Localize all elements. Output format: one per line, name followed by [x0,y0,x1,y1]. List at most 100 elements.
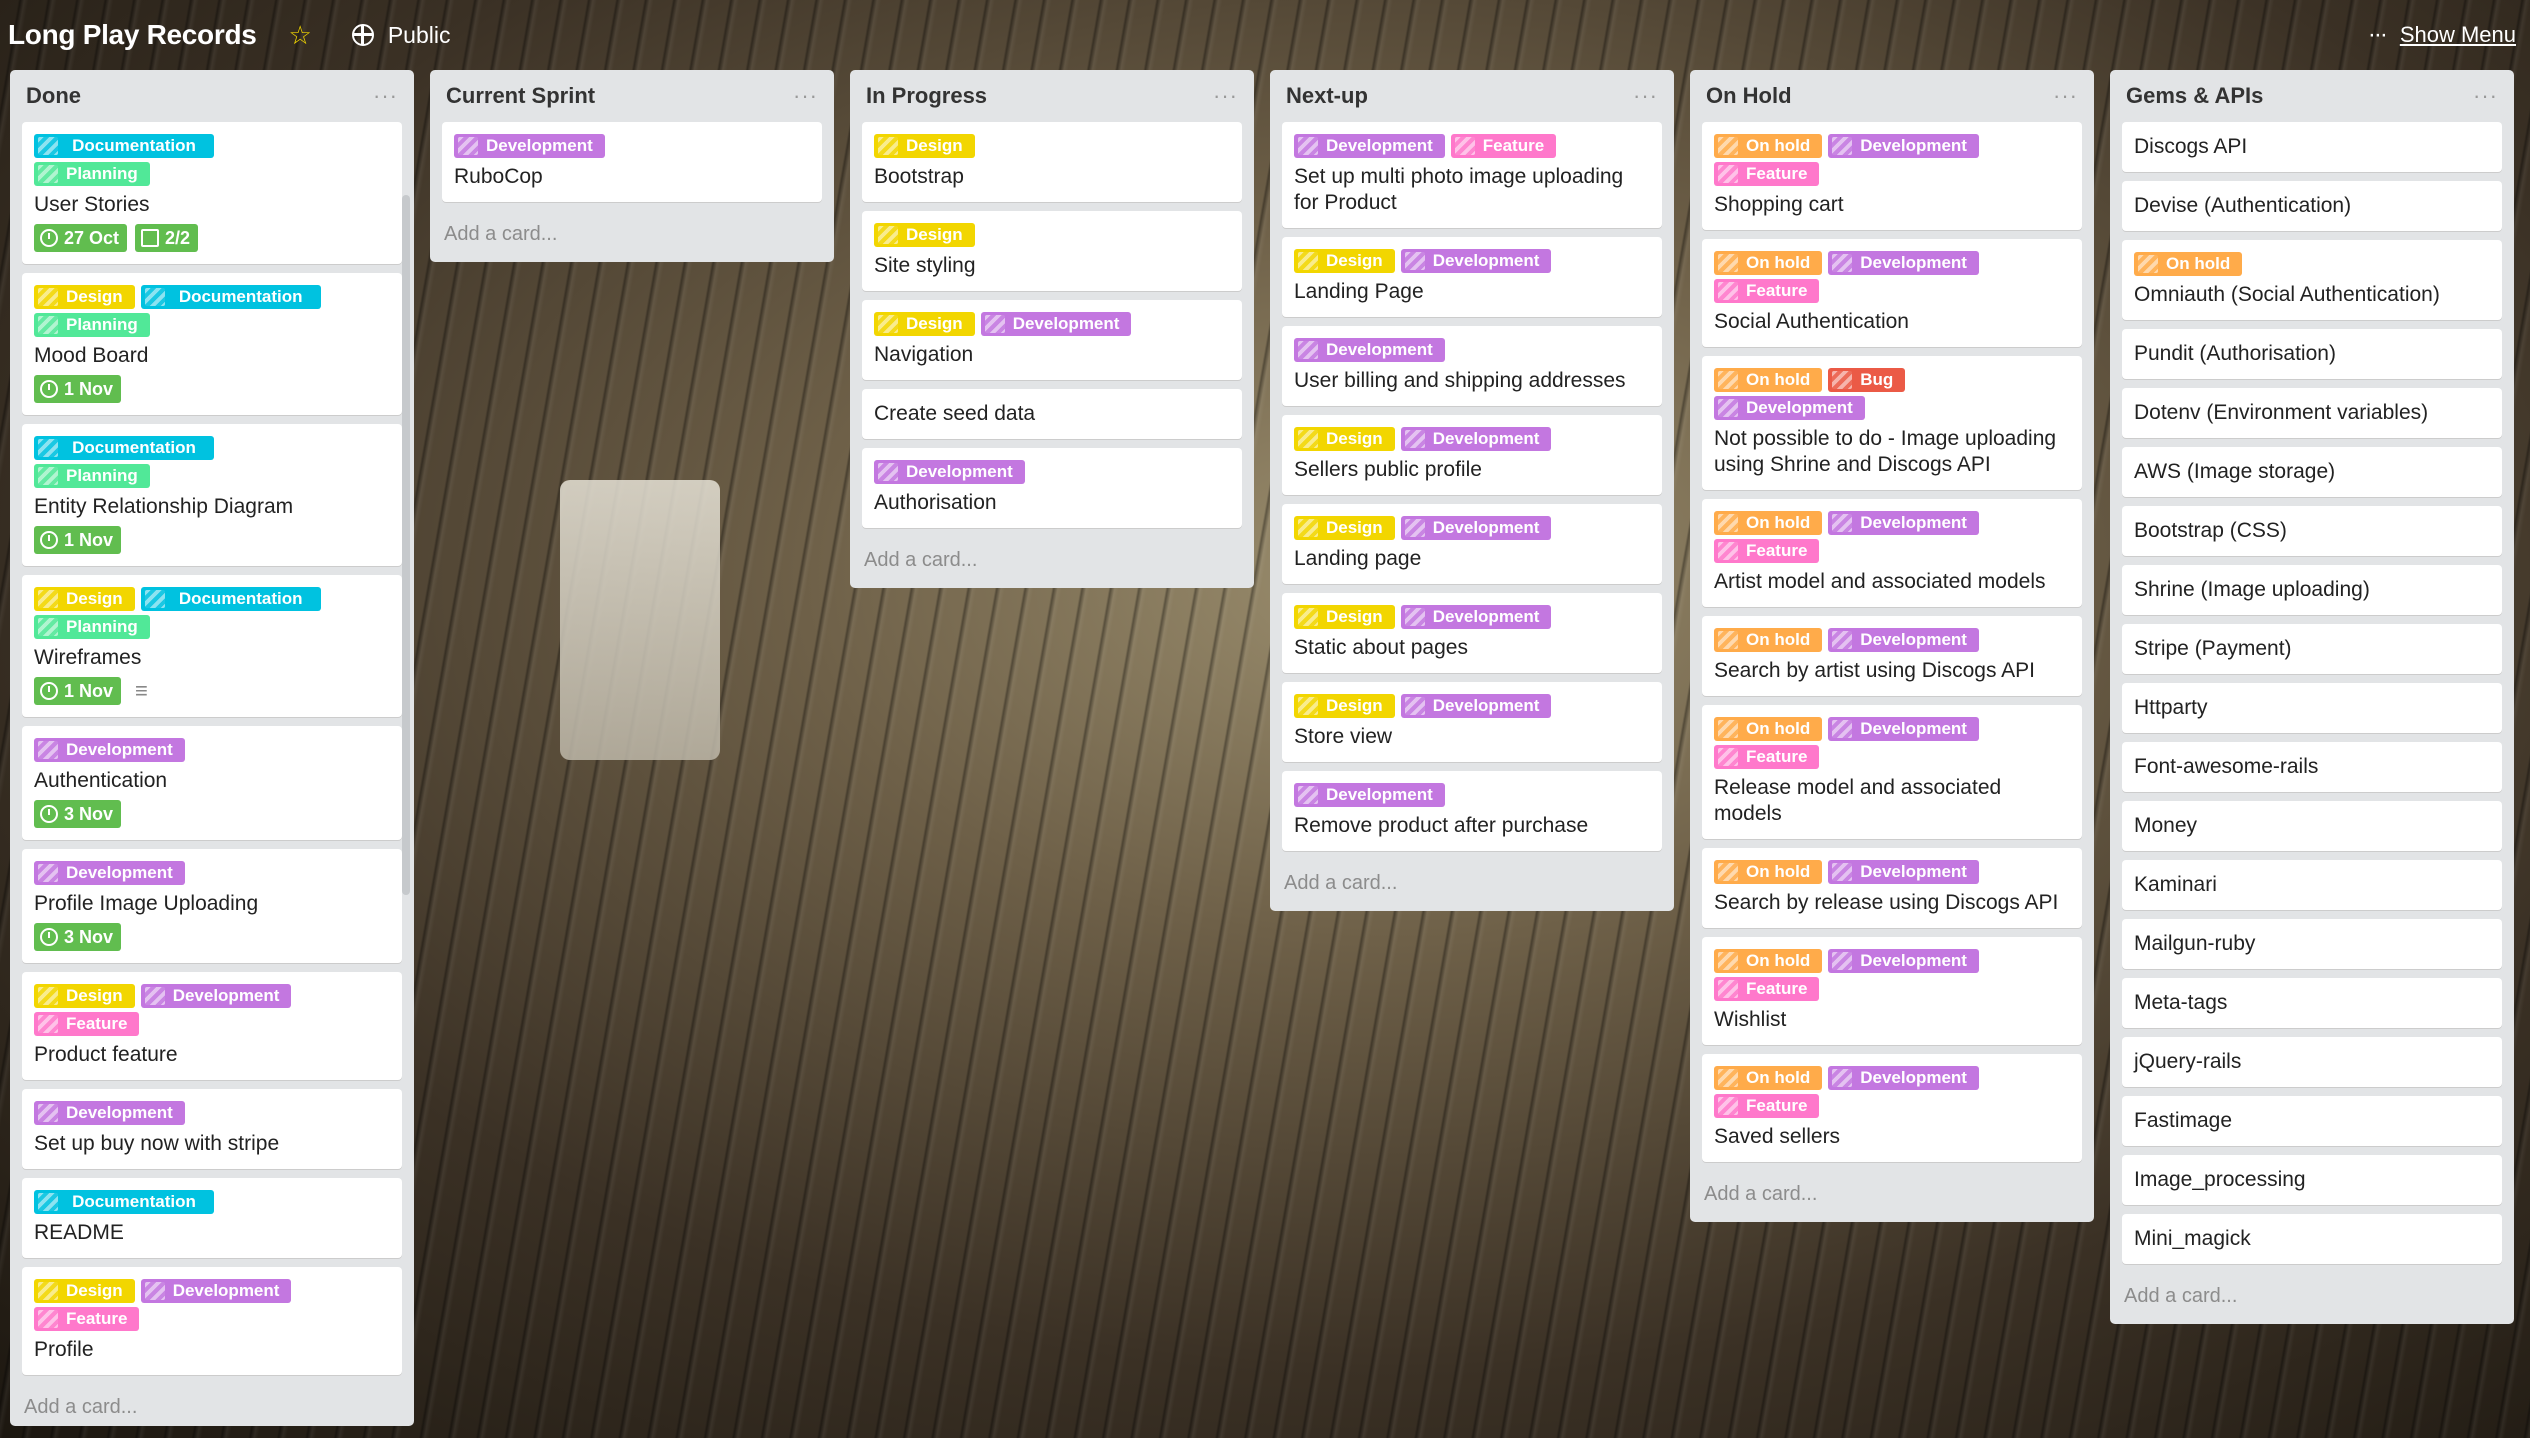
label-feature[interactable]: Feature [1714,977,1820,1001]
globe-icon[interactable] [351,24,374,46]
star-icon[interactable]: ☆ [289,20,312,51]
card-omniauth-social-authentication[interactable]: On hold Omniauth (Social Authentication) [2122,240,2502,320]
label-on-hold[interactable]: On hold [1714,949,1823,973]
label-development[interactable]: Development [140,1279,292,1303]
label-design[interactable]: Design [1294,427,1395,451]
label-development[interactable]: Development [1400,249,1552,273]
card-remove-product-after-purchase[interactable]: Development Remove product after purchase [1282,771,1662,851]
label-development[interactable]: Development [1828,1066,1979,1090]
card-not-possible-to-do-image-uploading-using-shrine-and-discogs-api[interactable]: On hold Bug Development Not possible to do … [1702,356,2082,490]
label-bug[interactable]: Bug [1828,368,1906,392]
card-landing-page[interactable]: Design Development Landing Page [1282,237,1662,317]
label-on-hold[interactable]: On hold [1714,134,1823,158]
card-bootstrap[interactable]: Design Bootstrap [862,122,1242,202]
label-development[interactable]: Development [1714,396,1865,420]
card-font-awesome-rails[interactable]: Font-awesome-rails [2122,742,2502,792]
label-development[interactable]: Development [34,738,185,762]
show-menu-area[interactable]: ··· Show Menu [2368,21,2516,49]
label-documentation[interactable]: Documentation [34,1190,214,1214]
label-planning[interactable]: Planning [34,313,150,337]
more-dots-icon[interactable]: ··· [2368,21,2388,49]
label-on-hold[interactable]: On hold [1714,368,1823,392]
card-devise-authentication[interactable]: Devise (Authentication) [2122,181,2502,231]
label-development[interactable]: Development [34,861,185,885]
label-development[interactable]: Development [454,134,605,158]
card-wireframes[interactable]: Design Documentation Planning Wireframes 1 N… [22,575,402,717]
add-card-button[interactable]: Add a card... [10,1384,414,1426]
card-mood-board[interactable]: Design Documentation Planning Mood Board 1 N… [22,273,402,415]
card-readme[interactable]: Documentation README [22,1178,402,1258]
label-planning[interactable]: Planning [34,464,150,488]
card-artist-model-and-associated-models[interactable]: On hold Development Feature Artist model an… [1702,499,2082,607]
card-discogs-api[interactable]: Discogs API [2122,122,2502,172]
card-dotenv-environment-variables[interactable]: Dotenv (Environment variables) [2122,388,2502,438]
add-card-button[interactable]: Add a card... [2110,1273,2514,1324]
card-aws-image-storage[interactable]: AWS (Image storage) [2122,447,2502,497]
label-feature[interactable]: Feature [1714,162,1820,186]
label-development[interactable]: Development [1828,251,1979,275]
card-entity-relationship-diagram[interactable]: Documentation Planning Entity Relationship… [22,424,402,566]
card-jquery-rails[interactable]: jQuery-rails [2122,1037,2502,1087]
card-authentication[interactable]: Development Authentication 3 Nov [22,726,402,840]
card-user-billing-and-shipping-addresses[interactable]: Development User billing and shipping add… [1282,326,1662,406]
label-development[interactable]: Development [34,1101,185,1125]
add-card-button[interactable]: Add a card... [1690,1171,2094,1222]
card-user-stories[interactable]: Documentation Planning User Stories 27 Oct 2… [22,122,402,264]
label-on-hold[interactable]: On hold [1714,628,1823,652]
card-mini-magick[interactable]: Mini_magick [2122,1214,2502,1264]
label-development[interactable]: Development [1828,134,1979,158]
label-design[interactable]: Design [34,285,135,309]
list-title[interactable]: Done [26,83,81,109]
label-on-hold[interactable]: On hold [1714,717,1823,741]
list-menu-icon[interactable]: ··· [373,83,398,109]
label-development[interactable]: Development [1400,694,1552,718]
label-on-hold[interactable]: On hold [2134,252,2243,276]
card-shopping-cart[interactable]: On hold Development Feature Shopping cart [1702,122,2082,230]
list-title[interactable]: Current Sprint [446,83,595,109]
label-development[interactable]: Development [1828,949,1979,973]
card-profile[interactable]: Design Development Feature Profile [22,1267,402,1375]
list-title[interactable]: On Hold [1706,83,1792,109]
card-set-up-multi-photo-image-uploading-for-product[interactable]: Development Feature Set up multi photo ima… [1282,122,1662,228]
card-fastimage[interactable]: Fastimage [2122,1096,2502,1146]
label-documentation[interactable]: Documentation [140,587,321,611]
label-documentation[interactable]: Documentation [140,285,321,309]
add-card-button[interactable]: Add a card... [1270,860,1674,911]
list-menu-icon[interactable]: ··· [2053,83,2078,109]
label-design[interactable]: Design [874,312,975,336]
card-product-feature[interactable]: Design Development Feature Product feature [22,972,402,1080]
label-design[interactable]: Design [34,984,135,1008]
card-bootstrap-css[interactable]: Bootstrap (CSS) [2122,506,2502,556]
label-documentation[interactable]: Documentation [34,134,214,158]
card-rubocop[interactable]: Development RuboCop [442,122,822,202]
label-development[interactable]: Development [1828,511,1979,535]
label-development[interactable]: Development [1828,717,1979,741]
card-httparty[interactable]: Httparty [2122,683,2502,733]
card-wishlist[interactable]: On hold Development Feature Wishlist [1702,937,2082,1045]
label-design[interactable]: Design [1294,249,1395,273]
card-stripe-payment[interactable]: Stripe (Payment) [2122,624,2502,674]
label-on-hold[interactable]: On hold [1714,1066,1823,1090]
card-money[interactable]: Money [2122,801,2502,851]
list-menu-icon[interactable]: ··· [1213,83,1238,109]
label-feature[interactable]: Feature [1714,539,1820,563]
board-title[interactable]: Long Play Records [8,19,257,51]
label-design[interactable]: Design [874,223,975,247]
label-development[interactable]: Development [140,984,292,1008]
card-profile-image-uploading[interactable]: Development Profile Image Uploading 3 Nov [22,849,402,963]
list-title[interactable]: Gems & APIs [2126,83,2263,109]
card-social-authentication[interactable]: On hold Development Feature Social Authenti… [1702,239,2082,347]
card-create-seed-data[interactable]: Create seed data [862,389,1242,439]
label-feature[interactable]: Feature [34,1307,140,1331]
label-design[interactable]: Design [1294,516,1395,540]
card-static-about-pages[interactable]: Design Development Static about pages [1282,593,1662,673]
card-pundit-authorisation[interactable]: Pundit (Authorisation) [2122,329,2502,379]
label-development[interactable]: Development [1828,628,1979,652]
card-saved-sellers[interactable]: On hold Development Feature Saved sellers [1702,1054,2082,1162]
card-site-styling[interactable]: Design Site styling [862,211,1242,291]
label-development[interactable]: Development [1294,134,1445,158]
list-menu-icon[interactable]: ··· [793,83,818,109]
label-design[interactable]: Design [34,587,135,611]
label-planning[interactable]: Planning [34,615,150,639]
label-design[interactable]: Design [34,1279,135,1303]
